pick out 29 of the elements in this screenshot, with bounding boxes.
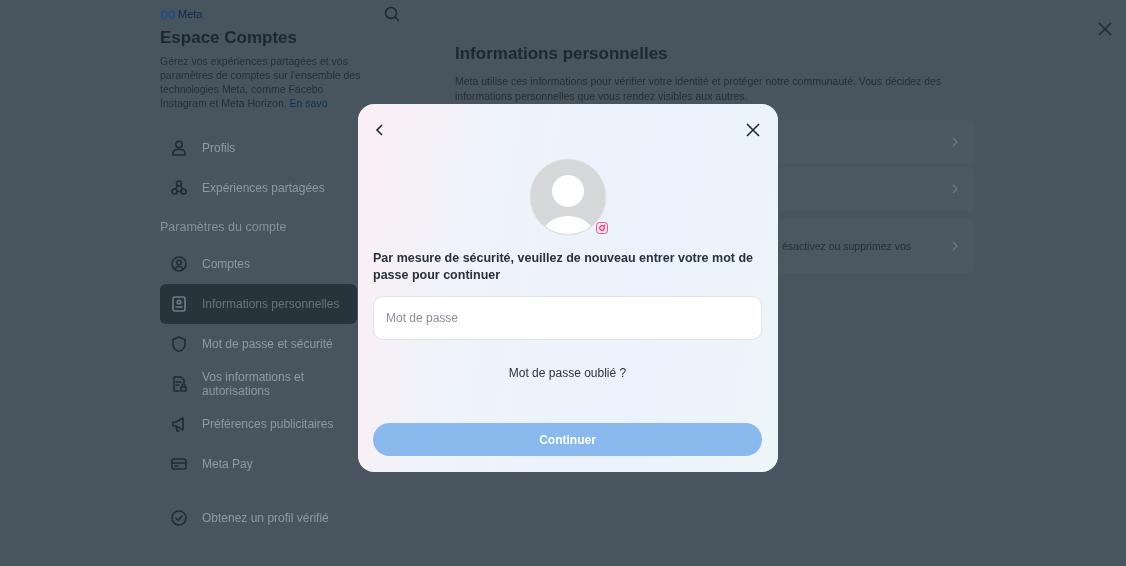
sidebar-item[interactable]: Meta Pay xyxy=(160,444,357,484)
sidebar-item[interactable]: Préférences publicitaires xyxy=(160,404,357,444)
password-field[interactable]: Mot de passe xyxy=(373,296,762,340)
chevron-right-icon xyxy=(951,183,959,195)
card-icon xyxy=(170,455,188,473)
security-message: Par mesure de sécurité, veuillez de nouveau entrer votre mot de passe pour continuer xyxy=(373,250,754,284)
camera-badge-icon xyxy=(595,222,608,234)
person-icon xyxy=(170,139,188,157)
infinity-icon xyxy=(160,9,176,19)
sidebar-item[interactable]: Profils xyxy=(160,128,357,168)
back-icon[interactable] xyxy=(375,123,385,137)
badge-check-icon xyxy=(170,509,188,527)
chevron-right-icon xyxy=(951,240,959,252)
sidebar-item[interactable]: Comptes xyxy=(160,244,357,284)
sidebar-item[interactable]: Informations personnelles xyxy=(160,284,357,324)
person-circle-icon xyxy=(170,255,188,273)
close-icon[interactable] xyxy=(746,123,760,137)
chevron-right-icon xyxy=(951,136,959,148)
sidebar-item[interactable]: Vos informations et autorisations xyxy=(160,364,357,404)
verify-profile-link[interactable]: Obtenez un profil vérifié xyxy=(160,498,357,538)
document-lock-icon xyxy=(170,375,188,393)
sidebar-item[interactable]: Mot de passe et sécurité xyxy=(160,324,357,364)
section-title: Paramètres du compte xyxy=(160,219,288,236)
forgot-password-link[interactable]: Mot de passe oublié ? xyxy=(508,366,627,380)
three-circles-icon xyxy=(170,179,188,197)
shield-icon xyxy=(170,335,188,353)
sidebar-item[interactable]: Expériences partagées xyxy=(160,168,357,208)
meta-logo[interactable]: Meta xyxy=(160,8,203,20)
id-card-icon xyxy=(170,295,188,313)
